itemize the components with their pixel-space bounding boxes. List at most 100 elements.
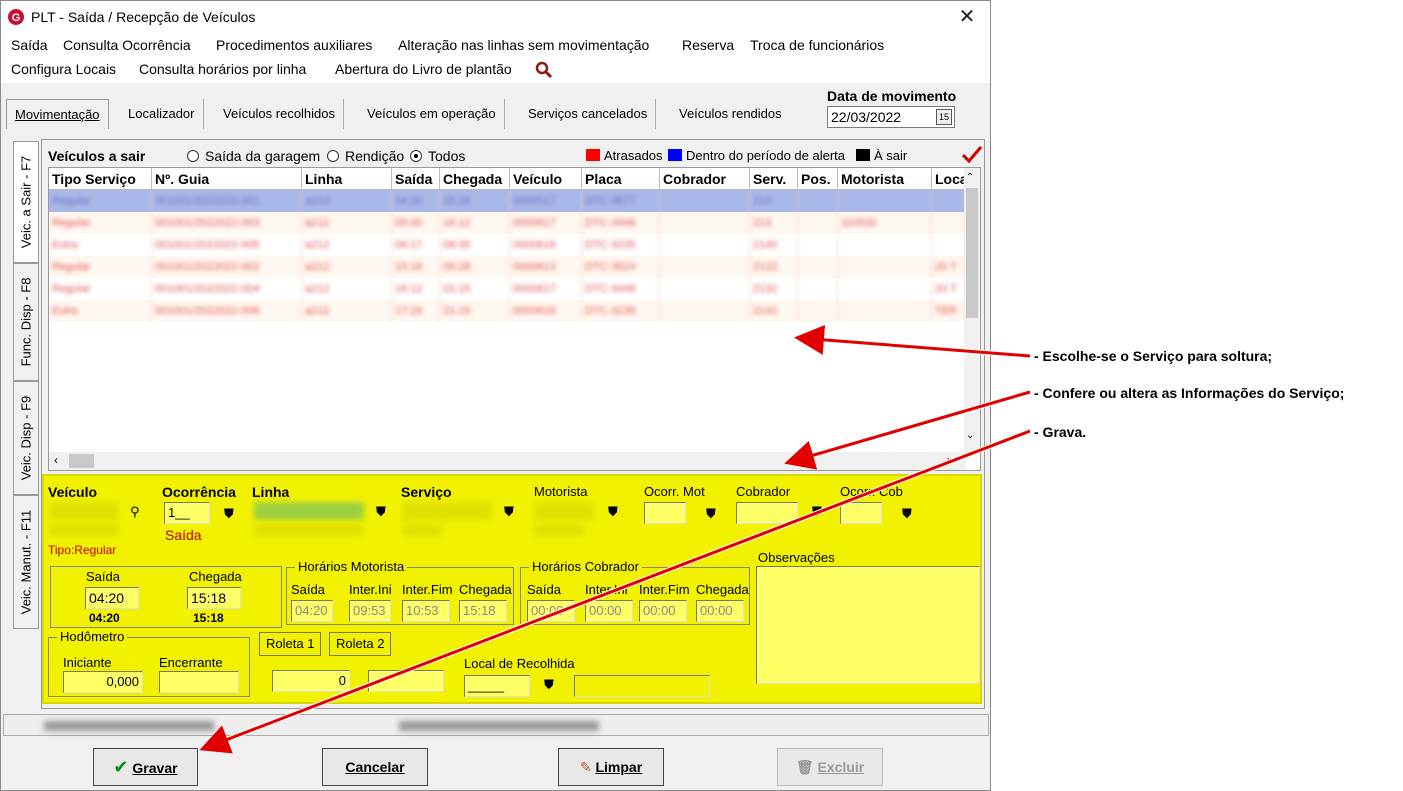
hscroll-thumb[interactable]	[69, 454, 94, 468]
table-row[interactable]: Regular 001001/2022022-002 a212 15:18 06:28 0…	[49, 256, 966, 278]
tab-servicos-cancelados[interactable]: Serviços cancelados	[520, 99, 657, 129]
menu-configura-locais[interactable]: Configura Locais	[11, 61, 116, 77]
column-header[interactable]: Veículo	[510, 168, 582, 190]
motorista-lookup-icon[interactable]: ⛊	[608, 504, 618, 520]
observacoes-field[interactable]	[756, 566, 980, 684]
menu-troca-funcionarios[interactable]: Troca de funcionários	[750, 37, 884, 53]
menu-reserva[interactable]: Reserva	[682, 37, 734, 53]
binoculars-icon[interactable]: ⛊	[224, 506, 234, 522]
side-tab-veic-disp[interactable]: Veic. Disp - F9	[13, 381, 39, 495]
excluir-button[interactable]: 🗑 Excluir	[777, 748, 883, 786]
cobrador-field[interactable]	[736, 502, 798, 524]
linha-lookup-icon[interactable]: ⛊	[376, 504, 386, 520]
column-header[interactable]: Placa	[582, 168, 660, 190]
table-row[interactable]: Regular 001001/2022022-001 a212 04:20 15:18 0…	[49, 190, 966, 212]
tab-veiculos-recolhidos[interactable]: Veículos recolhidos	[215, 99, 345, 129]
tab-veiculos-operacao[interactable]: Veículos em operação	[359, 99, 505, 129]
roleta-final-field[interactable]	[368, 670, 444, 692]
local-lookup-icon[interactable]: ⛊	[544, 677, 554, 693]
hm-chegada-field[interactable]: 15:18	[459, 600, 507, 622]
servico-lookup-icon[interactable]: ⛊	[504, 504, 514, 520]
radio-rendicao[interactable]: Rendição	[327, 148, 404, 164]
column-header[interactable]: Linha	[302, 168, 392, 190]
scroll-left-icon[interactable]: ‹	[54, 453, 58, 467]
table-row[interactable]: Extra 001001/2022022-006 a212 17:26 21:15 000…	[49, 300, 966, 322]
table-row[interactable]: Regular 001001/2022022-004 a212 16:12 01:15 0…	[49, 278, 966, 300]
saida-field[interactable]: 04:20	[85, 587, 139, 609]
cancelar-button[interactable]: Cancelar	[322, 748, 428, 786]
horizontal-scrollbar[interactable]: ‹ ›	[49, 452, 966, 470]
table-cell: 06:17	[392, 234, 440, 256]
date-value: 22/03/2022	[831, 109, 902, 125]
date-field[interactable]: 22/03/2022 15	[827, 106, 955, 128]
table-row[interactable]: Regular 001001/2022022-003 a212 05:00 16:12 0…	[49, 212, 966, 234]
ocorrencia-text: Saída	[165, 527, 202, 543]
column-header[interactable]: Chegada	[440, 168, 510, 190]
scroll-down-icon[interactable]: ⌄	[966, 430, 974, 441]
table-cell: 01:15	[440, 278, 510, 300]
hm-saida-field[interactable]: 04:20	[291, 600, 333, 622]
side-tab-func-disp[interactable]: Func. Disp - F8	[13, 263, 39, 381]
column-header[interactable]: Loca	[932, 168, 966, 190]
calendar-icon[interactable]: 15	[936, 109, 952, 125]
hm-inter-fim-label: Inter.Fim	[402, 582, 453, 597]
table-cell: a212	[302, 212, 392, 234]
hm-inter-fim-field[interactable]: 10:53	[402, 600, 450, 622]
iniciante-field[interactable]: 0,000	[63, 671, 143, 693]
table-cell	[660, 278, 750, 300]
table-cell: a212	[302, 234, 392, 256]
column-header[interactable]: Tipo Serviço	[49, 168, 152, 190]
local-recolhida-field[interactable]: _____	[464, 675, 530, 697]
roleta1-tab[interactable]: Roleta 1	[259, 632, 322, 656]
vehicle-lookup-icon[interactable]: ⚲	[130, 504, 140, 520]
column-header[interactable]: Serv.	[750, 168, 798, 190]
ocorr-cob-field[interactable]	[840, 502, 882, 524]
search-icon[interactable]	[535, 61, 553, 79]
column-header[interactable]: Saída	[392, 168, 440, 190]
roleta-inicial-field[interactable]: 0	[272, 670, 350, 692]
column-header[interactable]: Motorista	[838, 168, 932, 190]
encerrante-field[interactable]	[159, 671, 239, 693]
tab-localizador[interactable]: Localizador	[120, 99, 204, 129]
table-row[interactable]: Extra 001001/2022022-005 a212 06:17 08:35 000…	[49, 234, 966, 256]
menu-abertura-livro[interactable]: Abertura do Livro de plantão	[335, 61, 512, 77]
column-header[interactable]: Nº. Guia	[152, 168, 302, 190]
chegada-field[interactable]: 15:18	[187, 587, 241, 609]
scroll-thumb[interactable]	[966, 188, 978, 318]
side-tab-veic-manut[interactable]: Veic. Manut. - F11	[13, 495, 39, 629]
hm-inter-ini-field[interactable]: 09:53	[349, 600, 391, 622]
vertical-scrollbar[interactable]: ⌃ ⌄	[964, 168, 980, 453]
annotation-confere: - Confere ou altera as Informações do Se…	[1034, 385, 1345, 401]
checkmark-icon[interactable]	[961, 145, 983, 165]
limpar-button[interactable]: ✎ Limpar	[558, 748, 664, 786]
scroll-up-icon[interactable]: ⌃	[966, 172, 974, 183]
radio-saida-garagem[interactable]: Saída da garagem	[187, 148, 320, 164]
menu-alteracao-linhas[interactable]: Alteração nas linhas sem movimentação	[398, 37, 649, 53]
radio-todos[interactable]: Todos	[410, 148, 465, 164]
hc-inter-ini-field[interactable]: 00:00	[585, 600, 633, 622]
column-header[interactable]: Pos.	[798, 168, 838, 190]
roleta2-tab[interactable]: Roleta 2	[329, 632, 392, 656]
scroll-right-icon[interactable]: ›	[947, 453, 951, 467]
ocorrencia-field[interactable]: 1__	[164, 502, 210, 524]
menu-saida[interactable]: Saída	[11, 37, 48, 53]
column-header[interactable]: Cobrador	[660, 168, 750, 190]
binoculars-icon[interactable]: ⛊	[902, 506, 912, 522]
binoculars-icon[interactable]: ⛊	[706, 506, 716, 522]
menu-consulta-horarios[interactable]: Consulta horários por linha	[139, 61, 306, 77]
gravar-button[interactable]: ✔ Gravar	[93, 748, 198, 786]
tab-veiculos-rendidos[interactable]: Veículos rendidos	[671, 99, 790, 129]
tab-movimentacao[interactable]: Movimentação	[6, 99, 109, 129]
table-cell: 2140	[750, 234, 798, 256]
menu-consulta-ocorrencia[interactable]: Consulta Ocorrência	[63, 37, 191, 53]
hc-saida-field[interactable]: 00:00	[527, 600, 575, 622]
cobrador-lookup-icon[interactable]: ⛊	[812, 504, 822, 520]
table-cell: 2132	[750, 278, 798, 300]
menu-procedimentos[interactable]: Procedimentos auxiliares	[216, 37, 372, 53]
close-button[interactable]: ✕	[954, 4, 980, 30]
side-tab-veic-a-sair[interactable]: Veic. a Sair - F7	[13, 141, 39, 263]
hc-inter-fim-field[interactable]: 00:00	[639, 600, 687, 622]
hc-chegada-field[interactable]: 00:00	[696, 600, 744, 622]
ocorr-mot-field[interactable]	[644, 502, 686, 524]
vehicles-grid[interactable]: Tipo Serviço Nº. Guia Linha Saída Chegada Veí…	[48, 167, 981, 471]
